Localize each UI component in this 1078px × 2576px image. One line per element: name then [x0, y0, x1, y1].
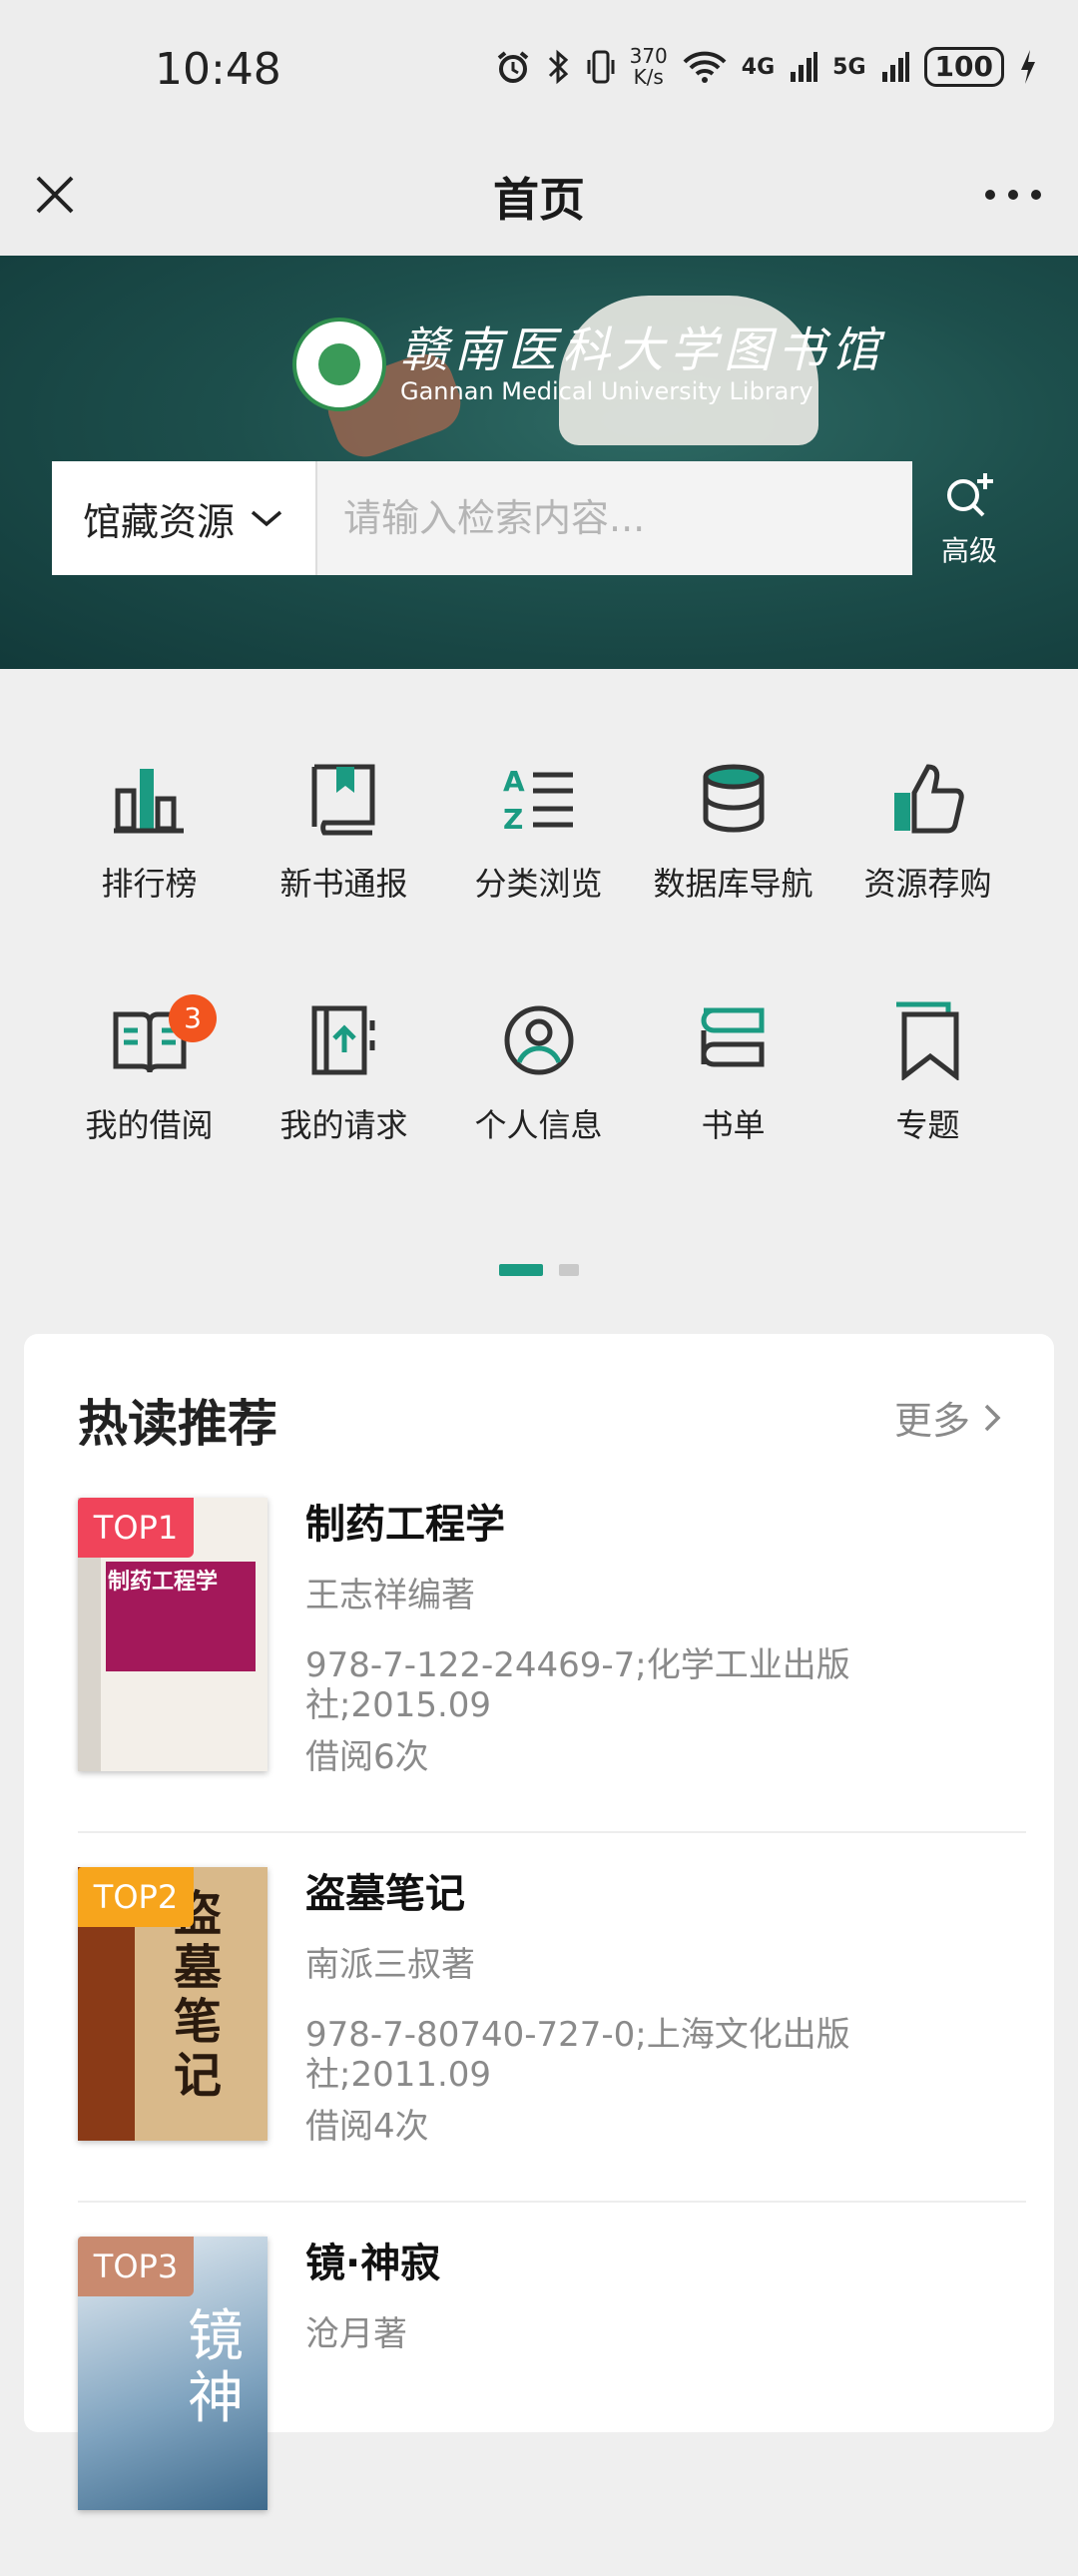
advanced-search-label: 高级 — [940, 534, 997, 567]
book-publication: 978-7-122-24469-7;化学工业出版社;2015.09 — [305, 1645, 850, 1725]
logo-title-cn: 赣南医科大学图书馆 — [400, 322, 886, 378]
grid-row: 排行榜 新书通报 AZ 分类浏览 数据库导航 资源荐购 — [0, 759, 1078, 1000]
logo-title-en: Gannan Medical University Library — [400, 377, 813, 405]
chevron-down-icon — [251, 510, 282, 527]
svg-text:A: A — [503, 765, 525, 798]
rank-tag: TOP3 — [78, 2237, 194, 2296]
book-author: 南派三叔著 — [305, 1945, 475, 1985]
book-loan-count: 借阅6次 — [305, 1737, 429, 1777]
menu-label: 我的借阅 — [85, 1106, 214, 1144]
page-indicator — [499, 1264, 579, 1276]
more-options-icon[interactable] — [978, 170, 1048, 220]
battery-indicator: 100 — [923, 47, 1004, 87]
logo-emblem — [292, 318, 386, 411]
category-list-icon: AZ — [503, 765, 573, 836]
hot-reading-card: 热读推荐 更多 制药工程学 TOP1 制药工程学 王志祥编著 978-7-122… — [24, 1334, 1054, 2510]
banner: 赣南医科大学图书馆 Gannan Medical University Libr… — [0, 256, 1078, 669]
signal-icon — [881, 52, 909, 82]
signal-5g-label: 5G — [832, 54, 866, 80]
user-icon — [504, 1005, 573, 1075]
book-title: 盗墓笔记 — [305, 1871, 465, 1917]
book-publication: 978-7-80740-727-0;上海文化出版社;2011.09 — [305, 2015, 850, 2095]
book-author: 沧月著 — [305, 2314, 407, 2354]
cover-title: 镜神 — [188, 2304, 244, 2431]
book-item[interactable]: 镜神 TOP3 镜·神寂 沧月著 — [78, 2237, 1026, 2576]
book-cover: 盗墓笔记 TOP2 — [78, 1867, 268, 2141]
ranking-icon — [113, 769, 184, 834]
menu-item-booklist[interactable]: 书单 — [636, 1000, 830, 1242]
function-grid: 排行榜 新书通报 AZ 分类浏览 数据库导航 资源荐购 3 我的借阅 我的请求 — [0, 759, 1078, 1242]
vibrate-icon — [587, 50, 615, 84]
menu-label: 排行榜 — [101, 865, 198, 903]
book-title: 镜·神寂 — [305, 2241, 441, 2286]
new-book-icon — [311, 764, 374, 836]
page-title: 首页 — [493, 173, 585, 227]
menu-item-ranking[interactable]: 排行榜 — [52, 759, 247, 1000]
more-label: 更多 — [893, 1399, 970, 1443]
chevron-right-icon — [984, 1404, 1001, 1431]
search-scope-label: 馆藏资源 — [82, 499, 235, 544]
grid-row: 3 我的借阅 我的请求 个人信息 书单 专题 — [0, 994, 1078, 1242]
menu-item-recommend[interactable]: 资源荐购 — [830, 759, 1025, 1000]
search-bar: 馆藏资源 — [52, 461, 912, 575]
book-item[interactable]: 制药工程学 TOP1 制药工程学 王志祥编著 978-7-122-24469-7… — [78, 1498, 1026, 1837]
more-link[interactable]: 更多 — [894, 1390, 1004, 1445]
menu-item-topics[interactable]: 专题 — [830, 1000, 1025, 1242]
menu-label: 我的请求 — [279, 1106, 408, 1144]
menu-item-my-loans[interactable]: 3 我的借阅 — [52, 994, 247, 1242]
signal-4g-label: 4G — [741, 54, 776, 80]
network-speed: 370 K/s — [629, 44, 668, 89]
request-icon — [311, 1005, 374, 1075]
page-dot[interactable] — [559, 1264, 579, 1276]
menu-label: 个人信息 — [474, 1106, 603, 1144]
alarm-icon — [497, 51, 528, 83]
menu-label: 书单 — [701, 1106, 766, 1144]
book-title: 制药工程学 — [305, 1502, 505, 1548]
menu-item-my-requests[interactable]: 我的请求 — [247, 1000, 441, 1242]
bluetooth-icon — [548, 49, 568, 85]
book-cover: 镜神 TOP3 — [78, 2237, 268, 2510]
page-dot-active[interactable] — [499, 1264, 543, 1276]
status-bar: 10:48 370 K/s 4G 5G 100 — [0, 0, 1078, 140]
advanced-search-icon — [947, 473, 993, 517]
divider — [78, 2201, 1026, 2203]
book-list-icon — [701, 1007, 764, 1067]
book-cover: 制药工程学 TOP1 — [78, 1498, 268, 1771]
wifi-icon — [683, 51, 727, 83]
menu-label: 资源荐购 — [863, 865, 992, 903]
svg-text:Z: Z — [503, 803, 523, 836]
loan-count-badge: 3 — [169, 994, 217, 1042]
title-bar: 首页 — [0, 140, 1078, 256]
status-icons: 370 K/s 4G 5G 100 — [494, 46, 1038, 88]
menu-label: 分类浏览 — [474, 865, 603, 903]
section-title: 热读推荐 — [78, 1395, 277, 1453]
menu-item-database[interactable]: 数据库导航 — [636, 759, 830, 1000]
thumbs-up-icon — [893, 764, 964, 834]
bookmark-icon — [895, 1001, 958, 1080]
menu-item-profile[interactable]: 个人信息 — [441, 1000, 636, 1242]
menu-item-new-books[interactable]: 新书通报 — [247, 759, 441, 1000]
rank-tag: TOP2 — [78, 1867, 194, 1927]
rank-tag: TOP1 — [78, 1498, 194, 1558]
book-author: 王志祥编著 — [305, 1576, 475, 1615]
divider — [78, 1831, 1026, 1833]
advanced-search-button[interactable]: 高级 — [934, 467, 1004, 569]
library-logo: 赣南医科大学图书馆 Gannan Medical University Libr… — [292, 318, 885, 411]
book-loan-count: 借阅4次 — [305, 2107, 429, 2147]
menu-label: 专题 — [895, 1106, 960, 1144]
signal-icon — [791, 52, 818, 82]
search-input[interactable] — [317, 461, 912, 575]
book-item[interactable]: 盗墓笔记 TOP2 盗墓笔记 南派三叔著 978-7-80740-727-0;上… — [78, 1867, 1026, 2207]
cover-title: 制药工程学 — [108, 1570, 219, 1595]
charging-icon — [1021, 50, 1035, 84]
menu-label: 数据库导航 — [653, 865, 813, 903]
search-scope-dropdown[interactable]: 馆藏资源 — [52, 461, 317, 575]
menu-label: 新书通报 — [279, 865, 408, 903]
status-time: 10:48 — [155, 44, 281, 95]
menu-item-category[interactable]: AZ 分类浏览 — [441, 759, 636, 1000]
database-icon — [703, 764, 764, 833]
